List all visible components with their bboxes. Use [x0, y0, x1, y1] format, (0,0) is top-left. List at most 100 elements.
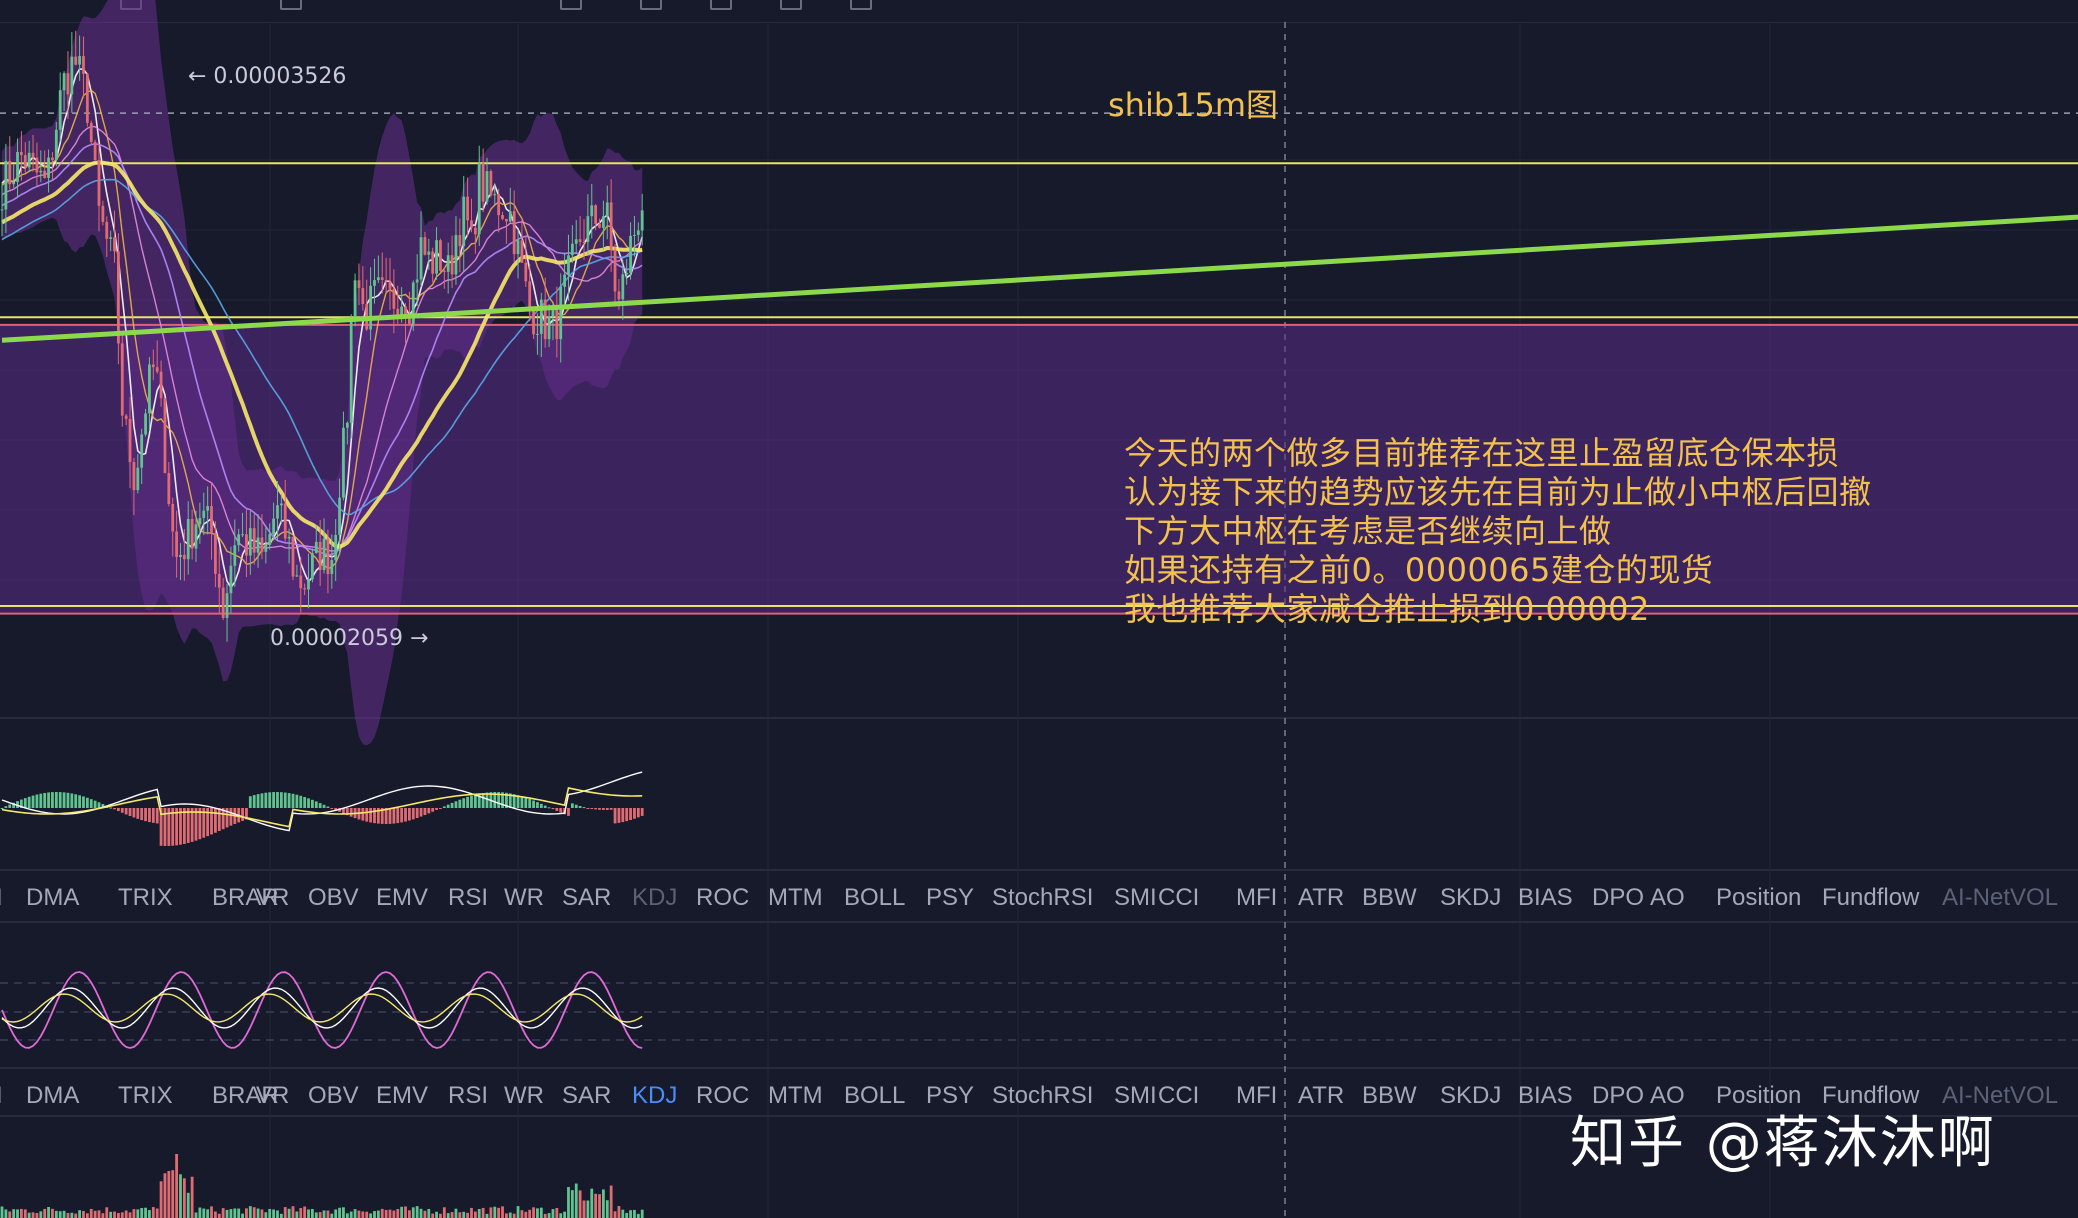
volume-bar — [241, 1213, 244, 1218]
indicator-tab-mfi[interactable]: MFI — [1236, 884, 1277, 912]
volume-bar — [93, 1210, 97, 1218]
volume-bar — [621, 1209, 625, 1218]
macd-histogram-bar — [252, 795, 256, 808]
candle-body — [109, 237, 113, 239]
indicator-tab-atr[interactable]: ATR — [1298, 1082, 1344, 1110]
indicator-tab-vr[interactable]: VR — [256, 884, 289, 912]
macd-histogram-bar — [617, 808, 621, 823]
volume-bar — [303, 1206, 307, 1218]
macd-histogram-bar — [314, 801, 318, 808]
indicator-tab-skdj[interactable]: SKDJ — [1440, 1082, 1501, 1110]
macd-histogram-bar — [326, 806, 330, 808]
indicator-tab-dpo[interactable]: DPO — [1592, 884, 1644, 912]
indicator-tab-sar[interactable]: SAR — [562, 884, 611, 912]
volume-bar — [140, 1207, 144, 1218]
volume-bar — [567, 1187, 570, 1218]
macd-histogram-bar — [427, 808, 431, 814]
macd-histogram-bar — [307, 798, 310, 808]
volume-bar — [617, 1206, 621, 1218]
indicator-tab-bias[interactable]: BIAS — [1518, 1082, 1573, 1110]
macd-histogram-bar — [431, 808, 435, 812]
indicator-tab-atr[interactable]: ATR — [1298, 884, 1344, 912]
indicator-tab-rsi[interactable]: RSI — [448, 1082, 488, 1110]
indicator-tab-obv[interactable]: OBV — [308, 884, 359, 912]
indicator-tab-smi[interactable]: SMI — [1114, 884, 1157, 912]
indicator-tab-psy[interactable]: PSY — [926, 884, 974, 912]
indicator-tab-mfi[interactable]: MFI — [1236, 1082, 1277, 1110]
indicator-tab-rsi[interactable]: RSI — [448, 884, 488, 912]
indicator-tab-roc[interactable]: ROC — [696, 884, 749, 912]
volume-bar — [229, 1209, 233, 1218]
indicator-tab-kdj[interactable]: KDJ — [632, 1082, 677, 1110]
volume-bar — [361, 1211, 365, 1218]
indicator-tab-wr[interactable]: WR — [504, 884, 544, 912]
indicator-tab-cci[interactable]: CCI — [1158, 1082, 1199, 1110]
indicator-tab-smi[interactable]: SMI — [1114, 1082, 1157, 1110]
volume-bar — [629, 1210, 632, 1218]
indicator-tab-bbw[interactable]: BBW — [1362, 1082, 1417, 1110]
indicator-tab-bias[interactable]: BIAS — [1518, 884, 1573, 912]
volume-bar — [268, 1208, 272, 1218]
indicator-tab-trix[interactable]: TRIX — [118, 1082, 173, 1110]
macd-histogram-bar — [229, 808, 233, 826]
indicator-tab-boll[interactable]: BOLL — [844, 884, 905, 912]
indicator-tab-cci[interactable]: CCI — [1158, 884, 1199, 912]
candle-body — [505, 218, 508, 222]
macd-histogram-bar — [578, 805, 582, 808]
volume-bar — [524, 1211, 528, 1218]
candle-body — [442, 270, 446, 272]
candle-body — [74, 56, 78, 65]
candle-body — [489, 171, 493, 196]
candle-body — [361, 288, 365, 305]
indicator-tab-bbw[interactable]: BBW — [1362, 884, 1417, 912]
indicator-tab-obv[interactable]: OBV — [308, 1082, 359, 1110]
volume-bar — [155, 1208, 159, 1218]
indicator-tab-mtm[interactable]: MTM — [768, 884, 823, 912]
indicator-tab-emv[interactable]: EMV — [376, 1082, 428, 1110]
indicator-tab-sar[interactable]: SAR — [562, 1082, 611, 1110]
indicator-tab-ai-netvol[interactable]: AI-NetVOL — [1942, 884, 2058, 912]
indicator-tab-vr[interactable]: VR — [256, 1082, 289, 1110]
candle-body — [342, 427, 345, 498]
indicator-tab-fundflow[interactable]: Fundflow — [1822, 884, 1919, 912]
volume-bar — [283, 1207, 287, 1218]
indicator-tab-dma[interactable]: DMA — [26, 1082, 79, 1110]
candle-body — [551, 310, 555, 317]
volume-bar — [291, 1206, 295, 1218]
volume-bar — [345, 1213, 349, 1218]
volume-bar — [536, 1208, 539, 1218]
volume-bar — [427, 1208, 431, 1218]
indicator-tab-skdj[interactable]: SKDJ — [1440, 884, 1501, 912]
indicator-tab-i[interactable]: I — [0, 1082, 3, 1110]
volume-bar — [311, 1209, 314, 1218]
indicator-tab-roc[interactable]: ROC — [696, 1082, 749, 1110]
indicator-tab-emv[interactable]: EMV — [376, 884, 428, 912]
annotation-line: 今天的两个做多目前推荐在这里止盈留底仓保本损 — [1124, 434, 1840, 472]
macd-histogram-bar — [128, 808, 132, 817]
indicator-tab-position[interactable]: Position — [1716, 884, 1801, 912]
macd-histogram-bar — [400, 808, 404, 823]
indicator-tabs-panel1: IDMATRIXBRARVROBVEMVRSIWRSARKDJROCMTMBOL… — [0, 878, 2078, 918]
candle-body — [605, 202, 609, 217]
indicator-tab-psy[interactable]: PSY — [926, 1082, 974, 1110]
indicator-tab-wr[interactable]: WR — [504, 1082, 544, 1110]
indicator-tab-kdj[interactable]: KDJ — [632, 884, 677, 912]
indicator-tab-dma[interactable]: DMA — [26, 884, 79, 912]
indicator-tab-stochrsi[interactable]: StochRSI — [992, 1082, 1093, 1110]
trendline — [1, 214, 2078, 343]
volume-bar — [202, 1208, 206, 1218]
indicator-tab-boll[interactable]: BOLL — [844, 1082, 905, 1110]
volume-bar — [233, 1208, 237, 1218]
candle-body — [97, 160, 101, 206]
volume-bar — [82, 1210, 85, 1218]
indicator-tab-i[interactable]: I — [0, 884, 3, 912]
indicator-tab-mtm[interactable]: MTM — [768, 1082, 823, 1110]
macd-histogram-bar — [392, 808, 396, 824]
indicator-tab-ao[interactable]: AO — [1650, 884, 1685, 912]
indicator-tab-stochrsi[interactable]: StochRSI — [992, 884, 1093, 912]
macd-histogram-bar — [27, 796, 31, 808]
candle-body — [233, 545, 237, 566]
candle-body — [128, 418, 132, 463]
candle-body — [39, 170, 43, 173]
indicator-tab-trix[interactable]: TRIX — [118, 884, 173, 912]
